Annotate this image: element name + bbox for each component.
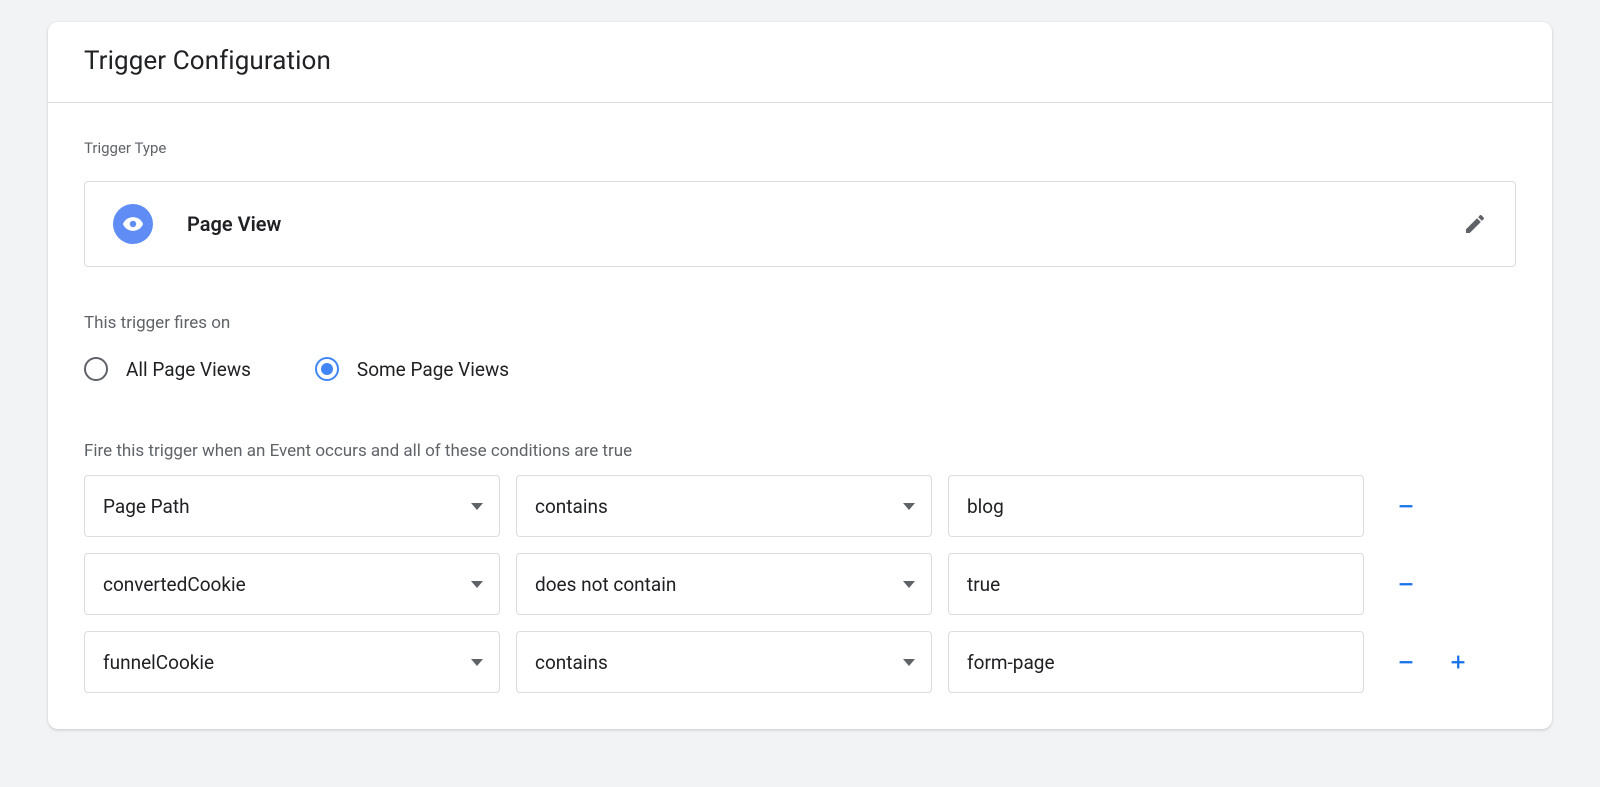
chevron-down-icon bbox=[471, 581, 483, 588]
minus-icon bbox=[1395, 573, 1417, 595]
select-value: Page Path bbox=[103, 495, 190, 518]
eye-icon bbox=[113, 204, 153, 244]
remove-condition-button[interactable] bbox=[1394, 650, 1418, 674]
select-value: funnelCookie bbox=[103, 651, 214, 674]
select-value: contains bbox=[535, 651, 608, 674]
trigger-type-selector[interactable]: Page View bbox=[84, 181, 1516, 267]
row-actions bbox=[1380, 572, 1418, 596]
remove-condition-button[interactable] bbox=[1394, 572, 1418, 596]
radio-all-page-views[interactable]: All Page Views bbox=[84, 357, 251, 381]
remove-condition-button[interactable] bbox=[1394, 494, 1418, 518]
radio-label: Some Page Views bbox=[357, 358, 509, 381]
card-body: Trigger Type Page View This trigger fire… bbox=[48, 103, 1552, 729]
value-input[interactable] bbox=[948, 631, 1364, 693]
row-actions bbox=[1380, 650, 1470, 674]
value-input[interactable] bbox=[948, 475, 1364, 537]
operator-select[interactable]: contains bbox=[516, 475, 932, 537]
chevron-down-icon bbox=[903, 503, 915, 510]
chevron-down-icon bbox=[903, 659, 915, 666]
condition-row: convertedCookie does not contain bbox=[84, 553, 1516, 615]
row-actions bbox=[1380, 494, 1418, 518]
select-value: convertedCookie bbox=[103, 573, 246, 596]
chevron-down-icon bbox=[903, 581, 915, 588]
radio-label: All Page Views bbox=[126, 358, 251, 381]
condition-rows: Page Path contains convertedCookie bbox=[84, 475, 1516, 693]
radio-some-page-views[interactable]: Some Page Views bbox=[315, 357, 509, 381]
chevron-down-icon bbox=[471, 659, 483, 666]
operator-select[interactable]: contains bbox=[516, 631, 932, 693]
value-input[interactable] bbox=[948, 553, 1364, 615]
page-title: Trigger Configuration bbox=[84, 46, 1516, 76]
variable-select[interactable]: funnelCookie bbox=[84, 631, 500, 693]
select-value: does not contain bbox=[535, 573, 676, 596]
condition-row: Page Path contains bbox=[84, 475, 1516, 537]
variable-select[interactable]: convertedCookie bbox=[84, 553, 500, 615]
radio-selected-icon bbox=[315, 357, 339, 381]
variable-select[interactable]: Page Path bbox=[84, 475, 500, 537]
trigger-configuration-card: Trigger Configuration Trigger Type Page … bbox=[48, 22, 1552, 729]
condition-row: funnelCookie contains bbox=[84, 631, 1516, 693]
select-value: contains bbox=[535, 495, 608, 518]
chevron-down-icon bbox=[471, 503, 483, 510]
edit-icon[interactable] bbox=[1463, 212, 1487, 236]
add-condition-button[interactable] bbox=[1446, 650, 1470, 674]
operator-select[interactable]: does not contain bbox=[516, 553, 932, 615]
conditions-label: Fire this trigger when an Event occurs a… bbox=[84, 441, 1516, 461]
trigger-type-info: Page View bbox=[113, 204, 281, 244]
trigger-type-label: Trigger Type bbox=[84, 139, 1516, 157]
card-header: Trigger Configuration bbox=[48, 22, 1552, 103]
plus-icon bbox=[1447, 651, 1469, 673]
radio-unselected-icon bbox=[84, 357, 108, 381]
minus-icon bbox=[1395, 651, 1417, 673]
minus-icon bbox=[1395, 495, 1417, 517]
fires-on-radio-group: All Page Views Some Page Views bbox=[84, 357, 1516, 381]
fires-on-label: This trigger fires on bbox=[84, 313, 1516, 333]
trigger-type-name: Page View bbox=[187, 212, 281, 236]
